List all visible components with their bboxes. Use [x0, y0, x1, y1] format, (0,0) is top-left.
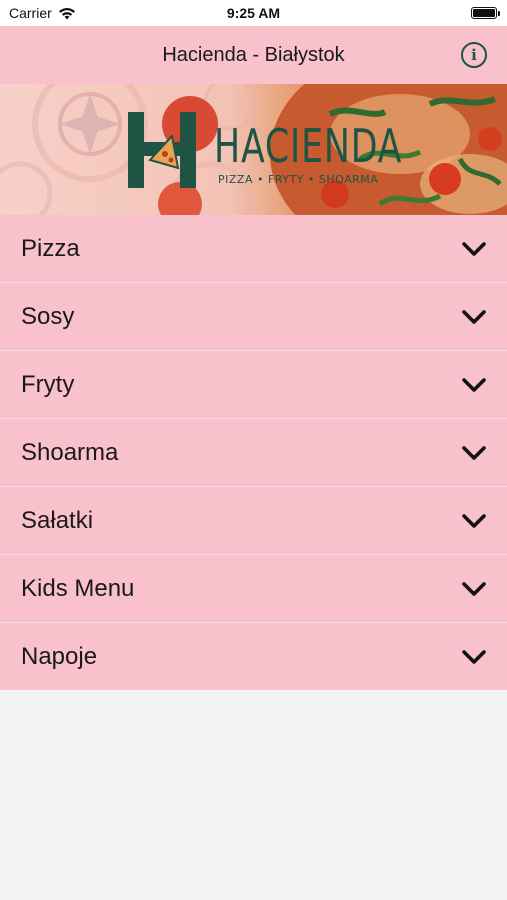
chevron-down-icon [462, 649, 486, 664]
banner-artwork: HACIENDA PIZZA • FRYTY • SHOARMA [0, 84, 507, 215]
category-label: Napoje [21, 642, 98, 670]
chevron-down-icon [462, 309, 486, 324]
battery-icon [471, 7, 500, 19]
category-row[interactable]: Kids Menu [0, 555, 507, 623]
restaurant-banner: HACIENDA PIZZA • FRYTY • SHOARMA [0, 84, 507, 215]
category-label: Pizza [21, 234, 80, 262]
category-label: Kids Menu [21, 574, 135, 602]
status-time: 9:25 AM [226, 5, 281, 21]
category-row[interactable]: Sosy [0, 283, 507, 351]
carrier-label: Carrier [9, 5, 52, 21]
category-row[interactable]: Fryty [0, 351, 507, 419]
chevron-down-icon [462, 377, 486, 392]
category-row[interactable]: Pizza [0, 215, 507, 283]
page-title: Hacienda - Białystok [162, 43, 345, 66]
info-circle-icon: i [471, 46, 477, 64]
chevron-down-icon [462, 513, 486, 528]
category-label: Shoarma [21, 438, 119, 466]
svg-text:HACIENDA: HACIENDA [214, 121, 402, 174]
category-row[interactable]: Shoarma [0, 419, 507, 487]
battery-fill [473, 9, 495, 17]
chevron-down-icon [462, 445, 486, 460]
category-row[interactable]: Sałatki [0, 487, 507, 555]
category-row[interactable]: Napoje [0, 623, 507, 690]
status-left: Carrier [9, 5, 76, 21]
category-label: Sosy [21, 302, 75, 330]
category-label: Fryty [21, 370, 75, 398]
category-label: Sałatki [21, 506, 94, 534]
info-button[interactable]: i [461, 42, 487, 68]
chevron-down-icon [462, 241, 486, 256]
chevron-down-icon [462, 581, 486, 596]
wifi-icon [58, 7, 75, 19]
menu-category-list: Pizza Sosy Fryty Shoarma Sałatki Kids Menu Nap… [0, 215, 507, 690]
navigation-bar: Hacienda - Białystok i [0, 26, 507, 84]
status-bar: Carrier 9:25 AM [0, 0, 507, 26]
svg-text:PIZZA • FRYTY • SHOARMA: PIZZA • FRYTY • SHOARMA [218, 173, 378, 186]
